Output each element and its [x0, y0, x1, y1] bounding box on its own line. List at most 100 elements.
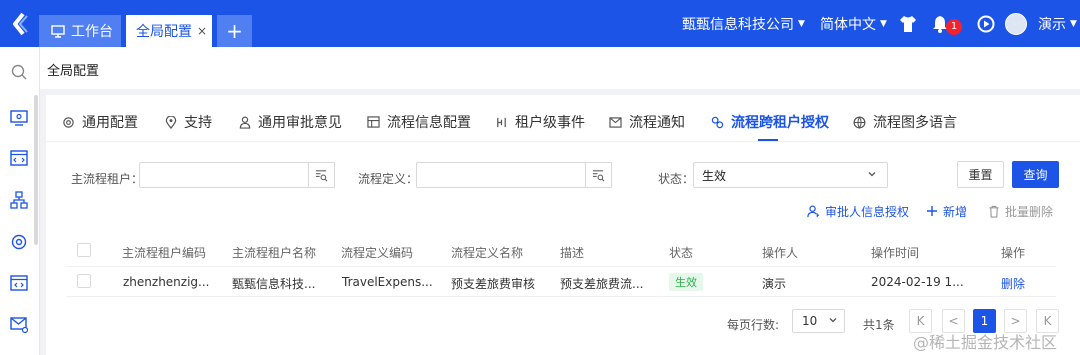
column-header: 操作人 — [762, 246, 799, 260]
table-search-icon — [315, 169, 327, 181]
language-name: 简体中文 — [820, 16, 876, 33]
approver-auth-button[interactable]: 审批人信息授权 — [807, 203, 909, 219]
add-tab-button[interactable]: + — [217, 15, 252, 47]
tab-general-config[interactable]: 通用配置 — [62, 113, 138, 131]
column-header: 主流程租户编码 — [122, 246, 207, 260]
reset-button[interactable]: 重置 — [957, 161, 1004, 188]
cell-def-code: TravelExpens... — [342, 275, 433, 289]
tab-workbench[interactable]: 工作台 — [39, 15, 121, 47]
cell-def-name: 预支差旅费审核 — [451, 277, 536, 291]
page-size-label: 每页行数: — [727, 318, 780, 332]
cell-description: 预支差旅费流... — [560, 277, 644, 291]
tab-global-config-label: 全局配置 — [136, 24, 192, 40]
status-select-value: 生效 — [702, 168, 727, 183]
query-button[interactable]: 查询 — [1012, 161, 1059, 188]
settings-icon[interactable] — [9, 232, 29, 252]
tab-process-info[interactable]: 流程信息配置 — [367, 113, 471, 131]
table-header: 主流程租户编码 主流程租户名称 流程定义编码 流程定义名称 描述 状态 操作人 … — [66, 235, 1056, 267]
tab-approval-opinion[interactable]: 通用审批意见 — [239, 113, 342, 131]
status-badge: 生效 — [669, 273, 703, 291]
cell-tenant-code: zhenzhenzig... — [123, 275, 210, 289]
status-label: 状态： — [658, 172, 695, 186]
gear-icon — [63, 116, 74, 128]
sidebar-scrollbar[interactable] — [34, 95, 38, 245]
shirt-icon[interactable] — [898, 14, 918, 34]
mail-icon — [609, 116, 622, 128]
close-icon[interactable]: × — [197, 24, 207, 38]
add-button[interactable]: 新增 — [926, 203, 967, 219]
tab-global-config[interactable]: 全局配置 × — [126, 15, 212, 47]
notification-badge: 1 — [946, 19, 962, 35]
tab-divider — [46, 141, 1080, 142]
table-row[interactable]: zhenzhenzig... 甄甄信息科技... TravelExpens...… — [66, 267, 1056, 297]
delete-link[interactable]: 删除 — [1001, 275, 1025, 292]
flow-icon — [497, 117, 506, 127]
column-header: 状态 — [669, 246, 694, 260]
tab-cross-tenant-auth[interactable]: 流程跨租户授权 — [711, 113, 829, 131]
main-tenant-input[interactable] — [139, 162, 309, 188]
main-tenant-label: 主流程租户： — [71, 172, 144, 186]
avatar[interactable] — [1005, 13, 1027, 35]
total-count: 共1条 — [863, 318, 895, 332]
sidebar — [0, 47, 40, 355]
process-def-lookup-button[interactable] — [585, 162, 612, 188]
tab-label: 流程图多语言 — [873, 115, 957, 131]
globe-icon — [853, 116, 866, 129]
link-icon — [711, 116, 724, 128]
tab-support[interactable]: 支持 — [165, 113, 212, 131]
column-header: 流程定义编码 — [341, 246, 414, 260]
batch-delete-button[interactable]: 批量删除 — [988, 203, 1053, 219]
breadcrumb-bar: 全局配置 — [40, 47, 1080, 89]
logo-icon[interactable] — [9, 12, 29, 36]
chevron-down-icon: ▼ — [880, 18, 887, 29]
code-file-icon[interactable] — [9, 273, 29, 293]
row-checkbox[interactable] — [77, 274, 91, 288]
table-icon — [367, 116, 380, 128]
language-switcher[interactable]: 简体中文 ▼ — [820, 0, 887, 47]
user-key-icon — [807, 205, 820, 217]
tab-tenant-events[interactable]: 租户级事件 — [495, 113, 585, 131]
monitor-icon[interactable] — [9, 108, 29, 128]
cell-operate-time: 2024-02-19 1... — [871, 275, 964, 289]
chevron-down-icon — [868, 172, 876, 177]
monitor-icon — [51, 24, 65, 38]
code-window-icon[interactable] — [9, 148, 29, 168]
status-select[interactable]: 生效 — [693, 162, 888, 188]
tab-label: 通用配置 — [82, 115, 138, 131]
play-circle-icon[interactable] — [976, 14, 996, 34]
search-icon[interactable] — [9, 62, 29, 82]
tab-process-notify[interactable]: 流程通知 — [609, 113, 685, 131]
batch-delete-label: 批量删除 — [1005, 204, 1054, 219]
chevron-down-icon: ▼ — [1070, 18, 1077, 29]
user-menu[interactable]: 演示 ▼ — [1038, 0, 1077, 47]
plus-icon — [927, 206, 937, 216]
column-header: 操作时间 — [871, 246, 920, 260]
cell-operator: 演示 — [762, 277, 787, 291]
top-bar: 工作台 全局配置 × + 甄甄信息科技公司 ▼ 简体中文 ▼ 1 演示 ▼ — [0, 0, 1080, 47]
tab-label: 流程通知 — [629, 115, 685, 131]
page-size-select[interactable]: 10 — [792, 309, 845, 333]
add-label: 新增 — [943, 204, 968, 219]
process-def-input[interactable] — [416, 162, 586, 188]
table-search-icon — [592, 169, 604, 181]
company-switcher[interactable]: 甄甄信息科技公司 ▼ — [682, 0, 805, 47]
tab-diagram-i18n[interactable]: 流程图多语言 — [853, 113, 957, 131]
tab-workbench-label: 工作台 — [71, 24, 113, 40]
trash-icon — [989, 205, 999, 218]
tab-label: 支持 — [184, 115, 212, 131]
breadcrumb: 全局配置 — [47, 64, 100, 79]
column-header: 主流程租户名称 — [232, 246, 317, 260]
user-icon — [239, 116, 251, 129]
tab-label: 通用审批意见 — [258, 115, 342, 131]
column-header: 描述 — [560, 246, 585, 260]
tab-label: 租户级事件 — [515, 115, 585, 131]
column-header: 操作 — [1001, 246, 1026, 260]
mail-settings-icon[interactable] — [9, 314, 29, 334]
select-all-checkbox[interactable] — [77, 243, 91, 257]
approver-auth-label: 审批人信息授权 — [825, 204, 910, 219]
tab-label: 流程信息配置 — [387, 115, 471, 131]
chevron-down-icon: ▼ — [798, 18, 805, 29]
tab-label: 流程跨租户授权 — [731, 115, 829, 131]
org-tree-icon[interactable] — [9, 190, 29, 210]
main-tenant-lookup-button[interactable] — [308, 162, 335, 188]
